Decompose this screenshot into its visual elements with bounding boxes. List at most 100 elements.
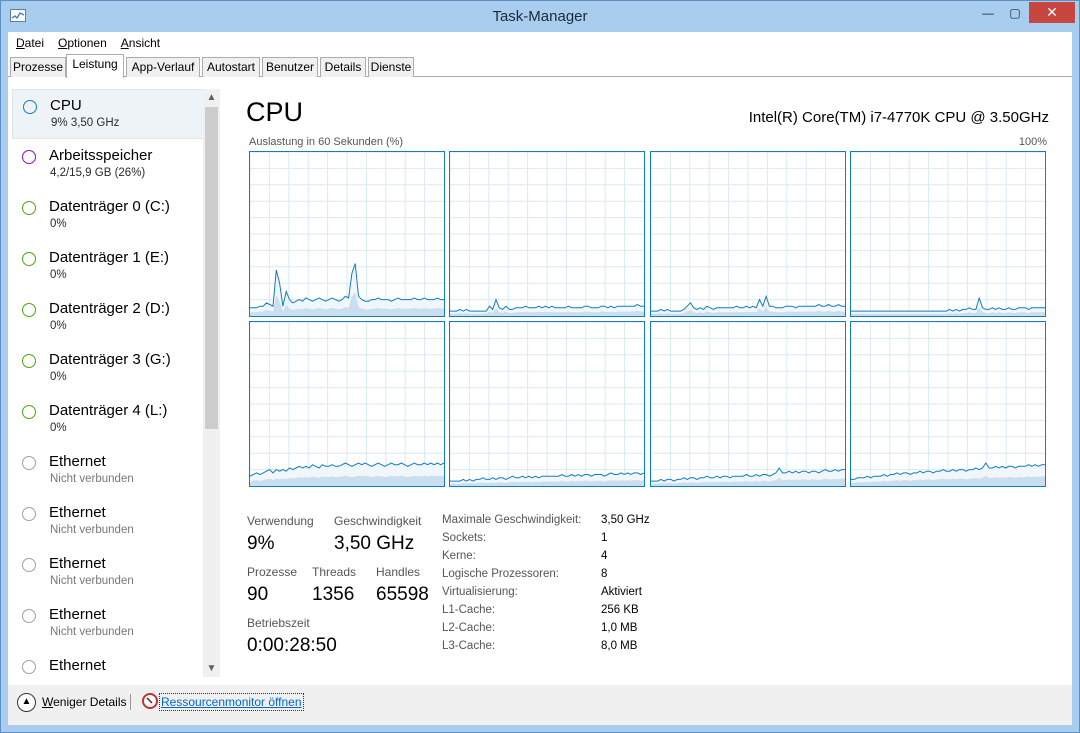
- performance-content: CPU 9% 3,50 GHz Arbeitsspeicher 4,2/15,9 GB…: [8, 77, 1072, 685]
- scroll-down-arrow-icon[interactable]: ▼: [203, 660, 220, 677]
- uptime-value: 0:00:28:50: [247, 635, 337, 656]
- usage-value: 9%: [247, 533, 275, 554]
- sidebar-item-title: Arbeitsspeicher: [49, 147, 153, 164]
- sidebar-item-title: Datenträger 2 (D:): [49, 300, 170, 317]
- status-circle-icon: [22, 354, 36, 368]
- spec-value: 1: [601, 532, 608, 544]
- status-circle-icon: [22, 609, 36, 623]
- spec-label: Maximale Geschwindigkeit:: [442, 514, 582, 526]
- sidebar-item-5[interactable]: Datenträger 3 (G:) 0%: [12, 344, 206, 394]
- spec-label: L3-Cache:: [442, 640, 496, 652]
- status-circle-icon: [22, 201, 36, 215]
- close-button[interactable]: ✕: [1029, 2, 1075, 23]
- spec-label: Virtualisierung:: [442, 586, 518, 598]
- handles-value: 65598: [376, 584, 429, 605]
- graph-label: Auslastung in 60 Sekunden (%): [249, 136, 404, 148]
- title-bar[interactable]: Task-Manager — ▢ ✕: [1, 1, 1079, 32]
- resource-list[interactable]: CPU 9% 3,50 GHz Arbeitsspeicher 4,2/15,9 GB…: [12, 89, 206, 677]
- fewer-details-link[interactable]: Weniger Details: [42, 695, 126, 709]
- status-circle-icon: [22, 558, 36, 572]
- cpu-core-graph: [249, 321, 445, 487]
- cpu-core-graph: [850, 151, 1046, 317]
- sidebar-item-7[interactable]: Ethernet Nicht verbunden: [12, 446, 206, 496]
- spec-label: Logische Prozessoren:: [442, 568, 559, 580]
- sidebar-item-6[interactable]: Datenträger 4 (L:) 0%: [12, 395, 206, 445]
- footer-bar: ▲ Weniger Details Ressourcenmonitor öffn…: [8, 685, 1072, 725]
- maximize-button[interactable]: ▢: [1002, 2, 1028, 23]
- processes-label: Prozesse: [247, 565, 298, 579]
- sidebar-item-subtitle: Nicht verbunden: [50, 473, 134, 485]
- status-circle-icon: [22, 150, 36, 164]
- threads-value: 1356: [312, 584, 355, 605]
- spec-value: 3,50 GHz: [601, 514, 650, 526]
- sidebar-item-title: Ethernet: [49, 504, 106, 521]
- speed-value: 3,50 GHz: [334, 533, 415, 554]
- tab-benutzer[interactable]: Benutzer: [262, 57, 318, 77]
- scroll-thumb[interactable]: [205, 107, 218, 429]
- sidebar-item-0[interactable]: CPU 9% 3,50 GHz: [12, 89, 206, 139]
- status-circle-icon: [23, 100, 37, 114]
- cpu-core-graph: [650, 321, 846, 487]
- sidebar-item-subtitle: Nicht verbunden: [50, 524, 134, 536]
- cpu-core-graph: [449, 151, 645, 317]
- sidebar-item-subtitle: 0%: [50, 320, 67, 332]
- tab-leistung[interactable]: Leistung: [66, 54, 124, 78]
- sidebar-item-subtitle: 0%: [50, 371, 67, 383]
- page-title: CPU: [246, 97, 304, 127]
- sidebar-item-subtitle: 0%: [50, 218, 67, 230]
- sidebar-item-3[interactable]: Datenträger 1 (E:) 0%: [12, 242, 206, 292]
- spec-value: 8: [601, 568, 608, 580]
- spec-value: 1,0 MB: [601, 622, 638, 634]
- status-circle-icon: [22, 660, 36, 674]
- scroll-up-arrow-icon[interactable]: ▲: [203, 89, 220, 106]
- processes-value: 90: [247, 584, 269, 605]
- sidebar-item-title: Datenträger 0 (C:): [49, 198, 170, 215]
- status-circle-icon: [22, 303, 36, 317]
- resource-list-scrollbar[interactable]: ▲ ▼: [203, 89, 220, 677]
- menu-optionen[interactable]: Optionen: [58, 36, 107, 50]
- tab-dienste[interactable]: Dienste: [368, 57, 414, 77]
- resource-monitor-icon[interactable]: [142, 693, 158, 709]
- sidebar-item-2[interactable]: Datenträger 0 (C:) 0%: [12, 191, 206, 241]
- sidebar-item-title: Ethernet: [49, 453, 106, 470]
- sidebar-item-title: Ethernet: [49, 606, 106, 623]
- graph-max-label: 100%: [1018, 136, 1047, 148]
- minimize-button[interactable]: —: [974, 2, 1002, 23]
- spec-label: Sockets:: [442, 532, 487, 544]
- spec-value: 256 KB: [601, 604, 639, 616]
- sidebar-item-title: Ethernet: [49, 657, 106, 674]
- spec-label: Kerne:: [442, 550, 476, 562]
- spec-label: L2-Cache:: [442, 622, 496, 634]
- sidebar-item-1[interactable]: Arbeitsspeicher 4,2/15,9 GB (26%): [12, 140, 206, 190]
- sidebar-item-4[interactable]: Datenträger 2 (D:) 0%: [12, 293, 206, 343]
- sidebar-item-subtitle: 9% 3,50 GHz: [51, 117, 120, 129]
- sidebar-item-subtitle: 0%: [50, 422, 67, 434]
- spec-value: 4: [601, 550, 608, 562]
- menu-bar: Datei Optionen Ansicht: [8, 32, 1072, 53]
- menu-ansicht[interactable]: Ansicht: [121, 36, 160, 50]
- status-circle-icon: [22, 456, 36, 470]
- uptime-label: Betriebszeit: [247, 616, 310, 630]
- menu-datei[interactable]: Datei: [16, 36, 44, 50]
- chevron-up-icon[interactable]: ▲: [17, 693, 36, 712]
- sidebar-item-9[interactable]: Ethernet Nicht verbunden: [12, 548, 206, 598]
- cpu-core-graph: [650, 151, 846, 317]
- open-resource-monitor-link[interactable]: Ressourcenmonitor öffnen: [159, 693, 304, 711]
- tab-prozesse[interactable]: Prozesse: [10, 57, 66, 77]
- cpu-core-graph: [249, 151, 445, 317]
- sidebar-item-title: CPU: [50, 97, 82, 114]
- status-circle-icon: [22, 507, 36, 521]
- cpu-core-graph: [449, 321, 645, 487]
- tab-autostart[interactable]: Autostart: [202, 57, 260, 77]
- sidebar-item-11[interactable]: Ethernet: [12, 650, 206, 677]
- sidebar-item-title: Ethernet: [49, 555, 106, 572]
- tab-app-verlauf[interactable]: App-Verlauf: [126, 57, 200, 77]
- sidebar-item-subtitle: 4,2/15,9 GB (26%): [50, 167, 146, 179]
- tab-details[interactable]: Details: [320, 57, 366, 77]
- sidebar-item-subtitle: 0%: [50, 269, 67, 281]
- window-title: Task-Manager: [492, 8, 588, 25]
- usage-label: Verwendung: [247, 514, 314, 528]
- sidebar-item-10[interactable]: Ethernet Nicht verbunden: [12, 599, 206, 649]
- sidebar-item-subtitle: Nicht verbunden: [50, 575, 134, 587]
- sidebar-item-8[interactable]: Ethernet Nicht verbunden: [12, 497, 206, 547]
